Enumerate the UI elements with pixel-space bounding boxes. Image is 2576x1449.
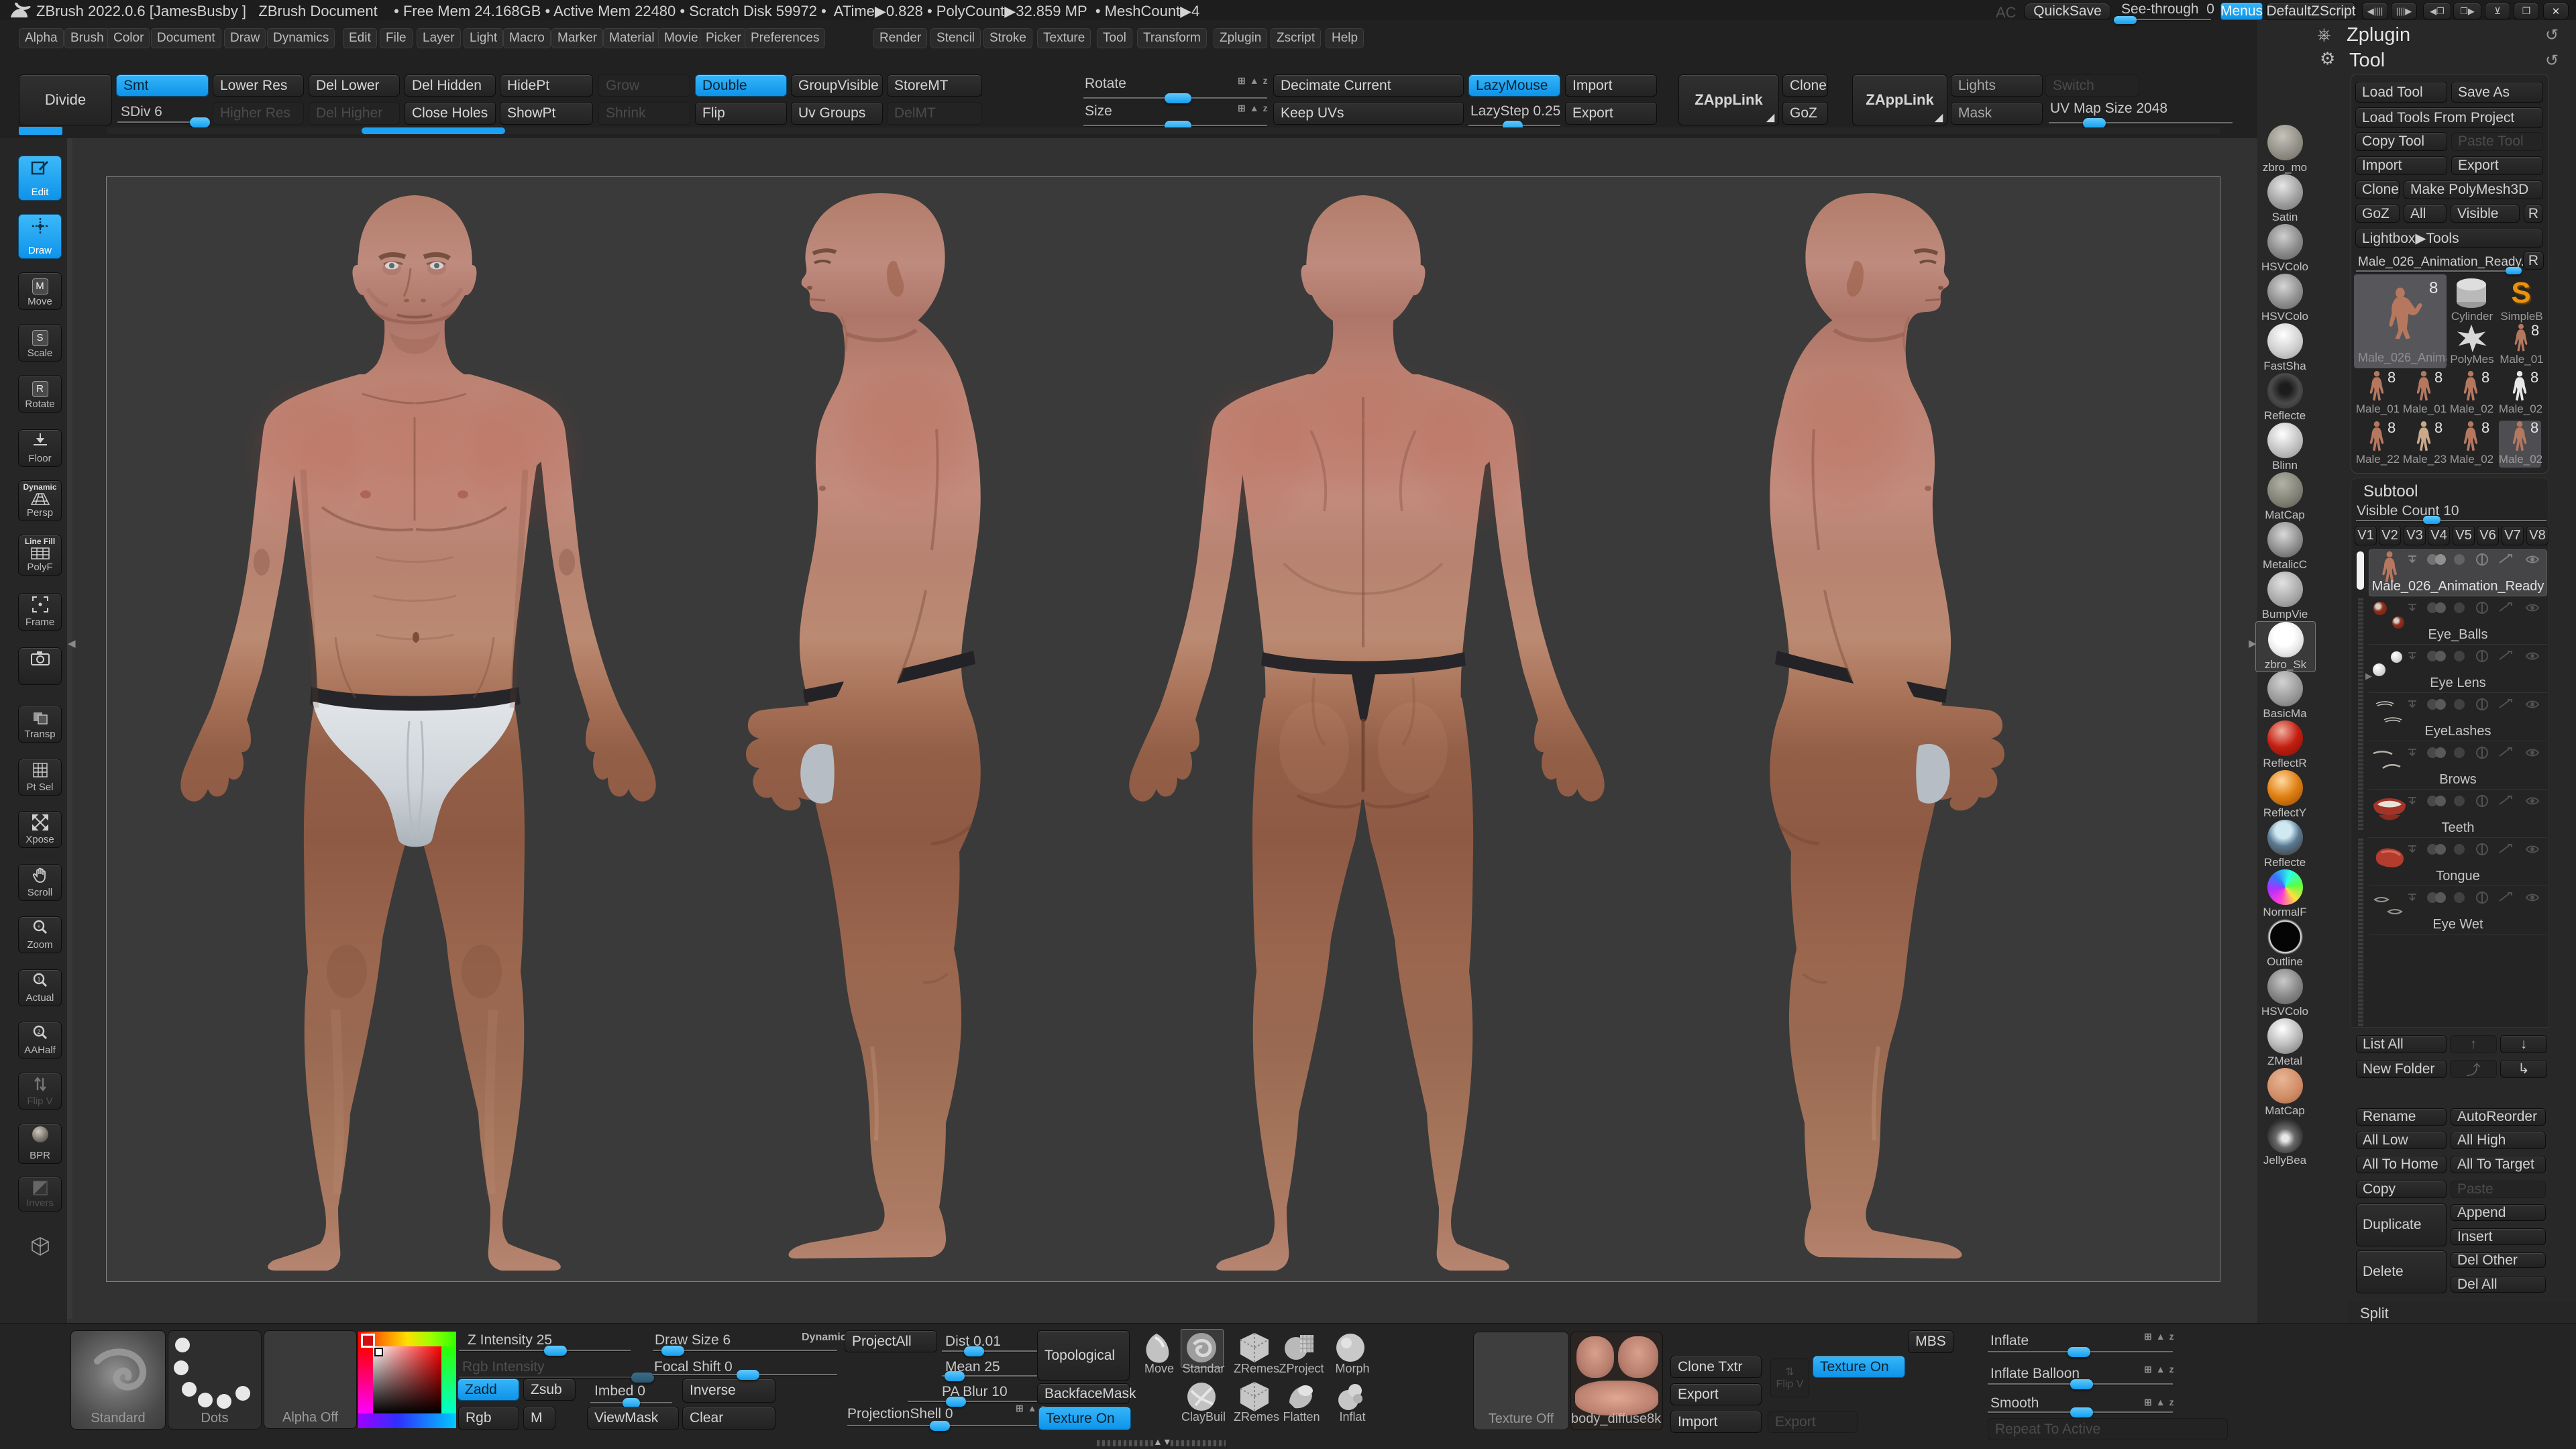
svg-text:8: 8 <box>2429 279 2438 297</box>
svg-text:1: 1 <box>37 976 40 983</box>
svg-text:Male_026_Anima: Male_026_Anima <box>2358 351 2447 365</box>
svg-text:+: + <box>37 923 40 930</box>
svg-text:2: 2 <box>37 1028 40 1035</box>
